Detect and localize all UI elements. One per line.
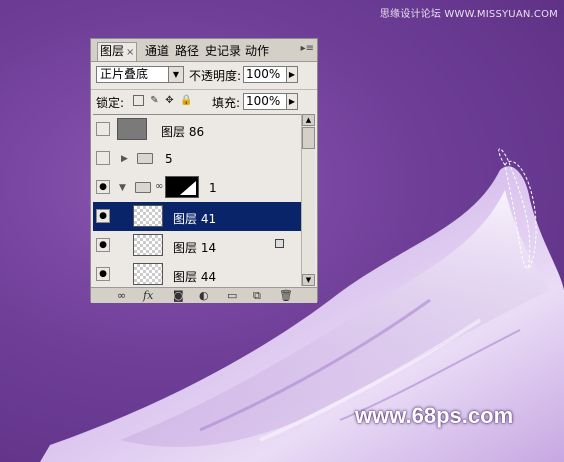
layer-name: 1 bbox=[209, 181, 217, 195]
eye-icon[interactable]: ● bbox=[96, 209, 110, 223]
scroll-down-icon[interactable]: ▼ bbox=[302, 274, 315, 286]
fx-icon[interactable]: fx bbox=[143, 289, 153, 302]
lock-all-icon[interactable]: 🔒 bbox=[180, 95, 192, 106]
blend-mode-select[interactable]: 正片叠底 ▼ bbox=[96, 66, 184, 83]
folder-icon bbox=[137, 153, 153, 164]
tab-channels[interactable]: 通道 bbox=[143, 43, 171, 60]
watermark-bottom: www.68ps.com bbox=[355, 403, 514, 428]
panel-bottom-toolbar: ∞ fx ◙ ◐ ▭ ⧉ 🗑 bbox=[91, 287, 317, 303]
layer-row[interactable]: ● 图层 14 bbox=[93, 231, 302, 261]
layers-list: 图层 86 ▶ 5 ● ▼ ∞ 1 ● 图层 41 ● 图层 14 ● 图层 4… bbox=[93, 114, 302, 287]
tab-actions[interactable]: 动作 bbox=[243, 43, 271, 60]
layers-scrollbar[interactable]: ▲ ▼ bbox=[301, 114, 315, 286]
layer-name: 图层 41 bbox=[173, 212, 217, 226]
expand-arrow-icon[interactable]: ▶ bbox=[121, 154, 128, 164]
opacity-slider-arrow-icon[interactable]: ▶ bbox=[286, 66, 298, 83]
add-mask-icon[interactable]: ◙ bbox=[173, 289, 184, 302]
scroll-thumb[interactable] bbox=[302, 127, 315, 149]
layer-name: 图层 14 bbox=[173, 241, 217, 255]
scroll-up-icon[interactable]: ▲ bbox=[302, 114, 315, 126]
chain-link-icon[interactable]: ∞ bbox=[155, 181, 163, 192]
tab-history[interactable]: 史记录 bbox=[203, 43, 243, 60]
layer-name: 5 bbox=[165, 152, 173, 166]
layer-name: 图层 44 bbox=[173, 270, 217, 284]
chevron-down-icon[interactable]: ▼ bbox=[168, 67, 183, 82]
eye-icon[interactable]: ● bbox=[96, 180, 110, 194]
opacity-field[interactable]: 100% bbox=[243, 66, 287, 83]
lock-label: 锁定: bbox=[96, 96, 125, 110]
opacity-label: 不透明度: bbox=[189, 69, 242, 83]
link-layers-icon[interactable]: ∞ bbox=[117, 289, 126, 302]
layers-panel: 图层 × 通道 路径 史记录 动作 ▸≡ 正片叠底 ▼ 不透明度: 100% ▶ … bbox=[90, 38, 318, 303]
tab-layers-label: 图层 bbox=[100, 44, 125, 58]
layer-thumbnail bbox=[133, 263, 163, 285]
panel-menu-icon[interactable]: ▸≡ bbox=[301, 43, 314, 54]
mask-thumbnail[interactable] bbox=[165, 176, 199, 198]
fill-slider-arrow-icon[interactable]: ▶ bbox=[286, 93, 298, 110]
blend-mode-value: 正片叠底 bbox=[100, 67, 149, 81]
visibility-toggle[interactable] bbox=[96, 122, 110, 136]
lock-transparency-icon[interactable] bbox=[133, 95, 144, 106]
layer-thumbnail bbox=[133, 234, 163, 256]
eye-icon[interactable]: ● bbox=[96, 238, 110, 252]
fill-label: 填充: bbox=[212, 96, 241, 110]
layer-row-selected[interactable]: ● 图层 41 bbox=[93, 202, 302, 232]
adjustment-layer-icon[interactable]: ◐ bbox=[199, 289, 209, 302]
visibility-toggle[interactable] bbox=[96, 151, 110, 165]
fill-field[interactable]: 100% bbox=[243, 93, 287, 110]
layer-thumbnail bbox=[117, 118, 147, 140]
tab-close-icon[interactable]: × bbox=[126, 47, 134, 58]
tab-paths[interactable]: 路径 bbox=[173, 43, 201, 60]
watermark-top: 思缘设计论坛 WWW.MISSYUAN.COM bbox=[379, 9, 558, 20]
lock-position-move-icon[interactable]: ✥ bbox=[164, 95, 175, 106]
tab-layers[interactable]: 图层 × bbox=[97, 42, 138, 61]
layer-row[interactable]: ● 图层 44 bbox=[93, 260, 302, 287]
lock-row: 锁定: ✎ ✥ 🔒 填充: 100% ▶ bbox=[91, 89, 317, 112]
layer-thumbnail bbox=[133, 205, 163, 227]
blend-row: 正片叠底 ▼ 不透明度: 100% ▶ bbox=[91, 63, 317, 85]
layer-row[interactable]: ● ▼ ∞ 1 bbox=[93, 173, 302, 203]
lock-icon bbox=[275, 239, 284, 248]
new-group-icon[interactable]: ▭ bbox=[227, 289, 237, 302]
layer-name: 图层 86 bbox=[161, 125, 205, 139]
new-layer-icon[interactable]: ⧉ bbox=[253, 289, 261, 302]
folder-icon bbox=[135, 182, 151, 193]
layer-row[interactable]: ▶ 5 bbox=[93, 144, 302, 174]
panel-tabs: 图层 × 通道 路径 史记录 动作 ▸≡ bbox=[91, 39, 317, 62]
eye-icon[interactable]: ● bbox=[96, 267, 110, 281]
layer-row[interactable]: 图层 86 bbox=[93, 115, 302, 145]
lock-pixels-brush-icon[interactable]: ✎ bbox=[149, 95, 160, 106]
collapse-arrow-icon[interactable]: ▼ bbox=[119, 183, 126, 193]
trash-icon[interactable]: 🗑 bbox=[279, 289, 293, 302]
